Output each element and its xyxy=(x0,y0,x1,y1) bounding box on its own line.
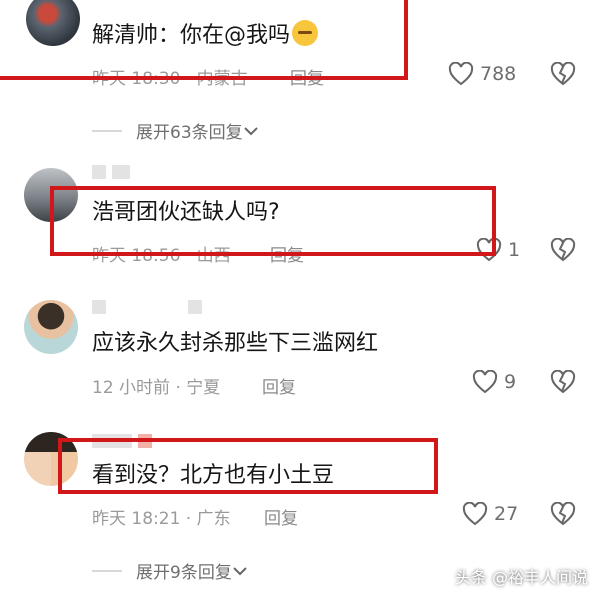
like-count: 9 xyxy=(504,371,517,393)
like-count: 1 xyxy=(508,239,521,261)
broken-heart-icon[interactable] xyxy=(550,502,576,526)
chevron-down-icon xyxy=(233,566,247,575)
expand-replies-label: 展开9条回复 xyxy=(136,563,232,583)
like-button[interactable]: 9 xyxy=(472,370,516,394)
divider xyxy=(92,569,122,572)
divider xyxy=(92,129,122,132)
reply-button[interactable]: 回复 xyxy=(262,373,296,398)
broken-heart-icon[interactable] xyxy=(550,62,576,86)
like-count: 788 xyxy=(480,63,517,85)
expand-replies-button[interactable]: 展开63条回复 xyxy=(92,118,259,143)
reply-button[interactable]: 回复 xyxy=(264,504,298,529)
expand-replies-button[interactable]: 展开9条回复 xyxy=(92,558,248,583)
like-count: 27 xyxy=(494,503,519,525)
heart-icon xyxy=(472,370,498,394)
chevron-down-icon xyxy=(243,126,258,135)
heart-icon xyxy=(462,502,488,526)
comment-text: 应该永久封杀那些下三滥网红 xyxy=(92,331,379,356)
like-button[interactable]: 788 xyxy=(448,62,516,86)
heart-icon xyxy=(448,62,474,86)
comment-meta: 昨天 18:21 · 广东 xyxy=(92,509,231,529)
highlight-box xyxy=(50,186,496,256)
avatar[interactable] xyxy=(24,300,78,354)
username-blurred xyxy=(92,300,208,314)
username-blurred xyxy=(92,165,136,179)
watermark: 头条 @裕丰人间说 xyxy=(454,568,588,587)
highlight-box xyxy=(58,438,438,494)
highlight-box xyxy=(0,0,408,80)
broken-heart-icon[interactable] xyxy=(550,238,576,262)
broken-heart-icon[interactable] xyxy=(550,370,576,394)
like-button[interactable]: 27 xyxy=(462,502,518,526)
comment-meta: 12 小时前 · 宁夏 xyxy=(92,378,221,398)
expand-replies-label: 展开63条回复 xyxy=(136,123,243,143)
